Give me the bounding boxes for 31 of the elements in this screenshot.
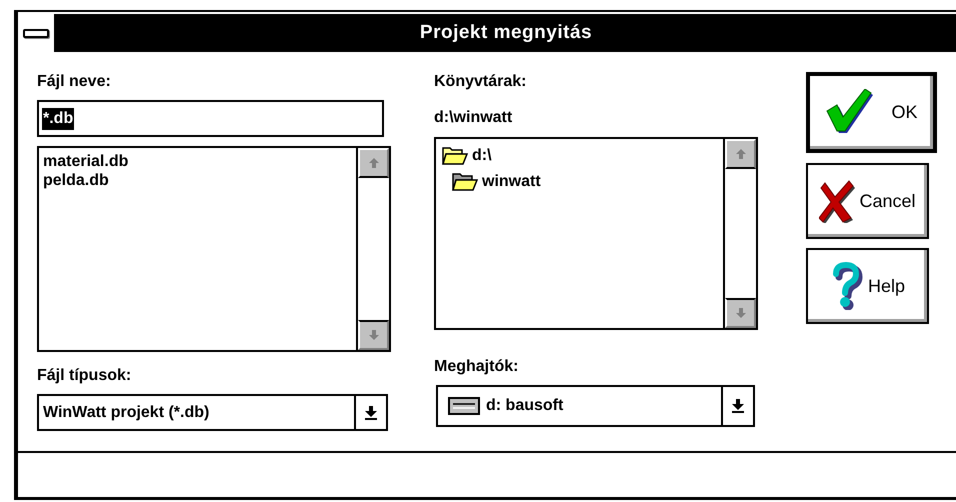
- close-icon: [819, 179, 856, 223]
- drive-icon: [448, 397, 480, 415]
- help-button[interactable]: Help: [806, 248, 929, 324]
- directory-item[interactable]: d:\: [472, 146, 492, 164]
- field-label: Könyvtárak:: [434, 72, 526, 92]
- dropdown-arrow-icon: [732, 399, 744, 413]
- file-item[interactable]: material.db: [43, 152, 128, 171]
- window-title: Projekt megnyitás: [418, 22, 594, 44]
- file-item[interactable]: pelda.db: [43, 171, 109, 190]
- scroll-down-button[interactable]: [725, 298, 756, 328]
- ok-button[interactable]: OK: [806, 72, 937, 153]
- scroll-down-button[interactable]: [358, 320, 389, 350]
- up-arrow-icon: [736, 149, 746, 159]
- down-arrow-icon: [736, 308, 746, 318]
- scroll-up-button[interactable]: [725, 139, 756, 169]
- dropdown-arrow-icon: [365, 406, 377, 420]
- field-label: Fájl neve:: [37, 72, 111, 92]
- system-menu-button[interactable]: [18, 14, 56, 52]
- directory-item[interactable]: winwatt: [482, 172, 541, 190]
- cancel-button[interactable]: Cancel: [806, 163, 929, 239]
- file-type-dropdown[interactable]: WinWatt projekt (*.db): [37, 394, 388, 431]
- scroll-up-button[interactable]: [358, 148, 389, 178]
- folder-icon: [452, 171, 478, 191]
- folder-icon: [442, 145, 468, 165]
- current-path: d:\winwatt: [434, 108, 512, 128]
- up-arrow-icon: [368, 158, 378, 168]
- drive-dropdown[interactable]: d: bausoft: [436, 385, 755, 427]
- field-label: Fájl típusok:: [37, 366, 132, 386]
- file-name-field[interactable]: *.db: [37, 100, 384, 137]
- field-label: Meghajtók:: [434, 357, 518, 377]
- down-arrow-icon: [368, 330, 378, 340]
